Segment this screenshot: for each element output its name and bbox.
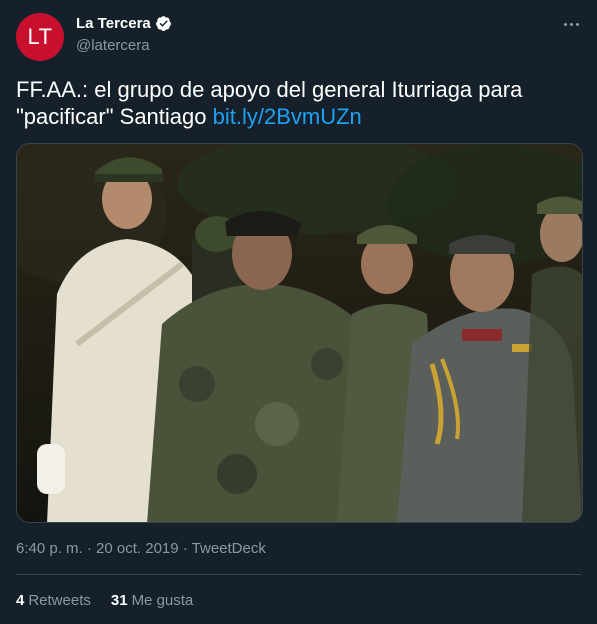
retweets-count: 4 (16, 592, 25, 609)
retweets-stat[interactable]: 4 Retweets (16, 592, 91, 609)
tweet-timestamp[interactable]: 6:40 p. m. · 20 oct. 2019 · TweetDeck (16, 540, 266, 557)
tweet-text: FF.AA.: el grupo de apoyo del general It… (16, 76, 576, 130)
avatar[interactable]: LT (16, 13, 64, 61)
photo-illustration (17, 144, 582, 522)
retweets-label: Retweets (28, 592, 91, 609)
display-name[interactable]: La Tercera (76, 15, 151, 32)
likes-label: Me gusta (131, 592, 194, 609)
tweet-stats: 4 Retweets 31 Me gusta (16, 592, 193, 609)
divider-top (16, 574, 581, 575)
verified-badge-icon (155, 16, 171, 31)
tweet-link[interactable]: bit.ly/2BvmUZn (213, 104, 362, 129)
likes-stat[interactable]: 31 Me gusta (111, 592, 193, 609)
author-name-row[interactable]: La Tercera (76, 15, 172, 32)
likes-count: 31 (110, 592, 128, 609)
tweet-photo[interactable] (16, 143, 583, 523)
avatar-label: LT (27, 24, 53, 49)
author-handle[interactable]: @latercera (76, 37, 150, 54)
more-options-icon[interactable] (559, 14, 583, 34)
